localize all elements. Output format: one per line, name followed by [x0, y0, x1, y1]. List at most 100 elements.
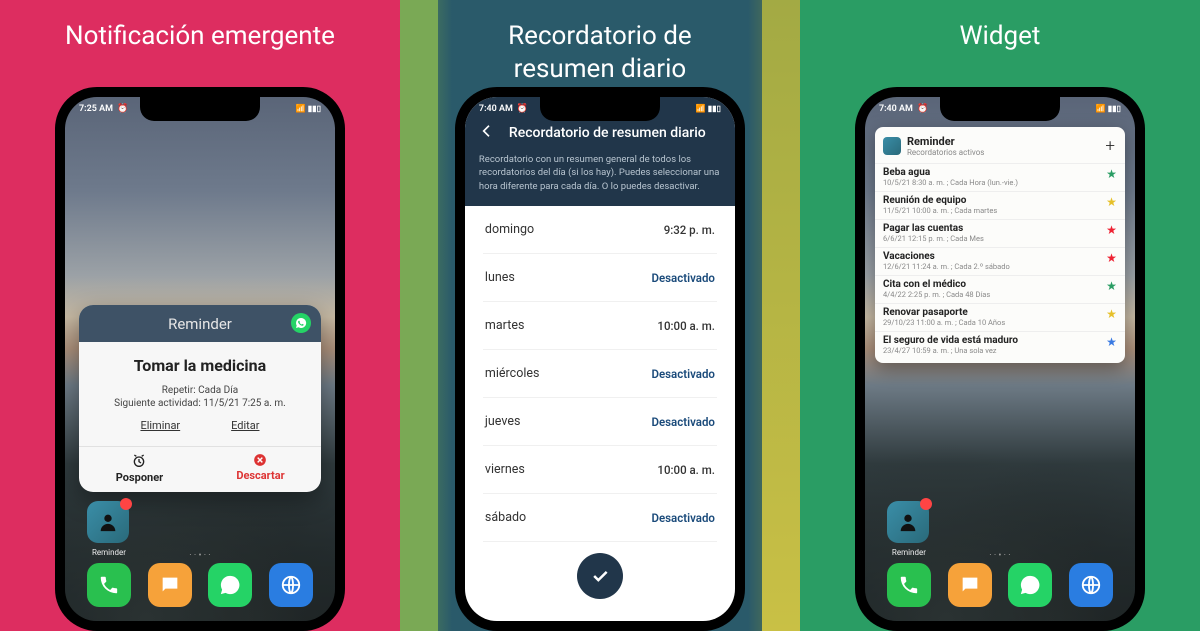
star-icon: ★: [1106, 308, 1117, 320]
add-button[interactable]: +: [1105, 136, 1117, 156]
day-row[interactable]: lunesDesactivado: [483, 254, 717, 302]
popup-repeat: Repetir: Cada Día: [89, 385, 311, 396]
dock-messages-icon[interactable]: [148, 563, 192, 607]
widget-item-meta: 6/6/21 12:15 p. m. ; Cada Mes: [883, 234, 1100, 243]
widget-item-name: Cita con el médico: [883, 279, 1100, 290]
dock-whatsapp-icon[interactable]: [1008, 563, 1052, 607]
notch: [140, 97, 260, 121]
widget-item-meta: 23/4/27 10:59 a. m. ; Una sola vez: [883, 346, 1100, 355]
widget-item[interactable]: Reunión de equipo11/5/21 10:00 a. m. ; C…: [875, 191, 1125, 219]
snooze-button[interactable]: Posponer: [79, 447, 200, 492]
day-value: 9:32 p. m.: [664, 223, 715, 237]
delete-link[interactable]: Eliminar: [140, 419, 180, 432]
status-time: 7:40 AM: [479, 104, 513, 114]
day-value: Desactivado: [651, 415, 714, 429]
page-dots: · · • · ·: [865, 551, 1135, 561]
day-name: jueves: [485, 414, 521, 429]
widget-item-name: Reunión de equipo: [883, 195, 1100, 206]
phone-frame: 7:40 AM ⏰ 📶 ▮▮▯ Recordatorio de resumen d…: [455, 87, 745, 631]
day-name: sábado: [485, 510, 526, 525]
status-right: 📶 ▮▮▯: [1096, 104, 1121, 113]
widget-subtitle: Recordatorios activos: [907, 148, 1099, 157]
day-list: domingo9:32 p. m.lunesDesactivadomartes1…: [465, 206, 735, 542]
day-value: 10:00 a. m.: [657, 319, 715, 333]
dismiss-button[interactable]: Descartar: [200, 447, 321, 492]
star-icon: ★: [1106, 196, 1117, 208]
dock-browser-icon[interactable]: [269, 563, 313, 607]
widget-item[interactable]: Pagar las cuentas6/6/21 12:15 p. m. ; Ca…: [875, 219, 1125, 247]
panel-title-text: Widget: [959, 20, 1040, 53]
phone-frame: 7:25 AM ⏰ 📶 ▮▮▯ Reminder Tomar la medici…: [55, 87, 345, 631]
settings-title: Recordatorio de resumen diario: [509, 125, 706, 141]
star-icon: ★: [1106, 168, 1117, 180]
panel-title: Notificación emergente: [65, 0, 335, 87]
status-right: 📶 ▮▮▯: [696, 104, 721, 113]
dismiss-label: Descartar: [236, 469, 284, 482]
widget-item-name: Vacaciones: [883, 251, 1100, 262]
star-icon: ★: [1106, 280, 1117, 292]
app-icon-reminder[interactable]: [887, 501, 929, 543]
alarm-icon: ⏰: [917, 104, 928, 114]
panel-title-text: Recordatorio de resumen diario: [508, 20, 692, 85]
widget-title: Reminder: [907, 135, 1099, 148]
widget-header: Reminder Recordatorios activos +: [875, 133, 1125, 163]
status-time: 7:40 AM: [879, 104, 913, 114]
widget-item[interactable]: Cita con el médico4/4/22 2:25 p. m. ; Ca…: [875, 275, 1125, 303]
day-row[interactable]: sábado Desactivado: [483, 494, 717, 542]
panel-title-text: Notificación emergente: [65, 20, 335, 53]
day-name: miércoles: [485, 366, 540, 381]
widget-app-icon: [883, 137, 901, 155]
whatsapp-icon[interactable]: [291, 313, 311, 333]
panel-title: Recordatorio de resumen diario: [508, 0, 692, 87]
widget-item-name: Renovar pasaporte: [883, 307, 1100, 318]
confirm-button[interactable]: [577, 553, 623, 599]
phone-frame: 7:40 AM ⏰ 📶 ▮▮▯ Reminder Recordatorios ac…: [855, 87, 1145, 631]
widget-item-name: Beba agua: [883, 167, 1100, 178]
widget-item-meta: 4/4/22 2:25 p. m. ; Cada 48 Días: [883, 290, 1100, 299]
widget-item[interactable]: Vacaciones12/6/21 11:24 a. m. ; Cada 2.º…: [875, 247, 1125, 275]
page-dots: · · • · ·: [65, 551, 335, 561]
reminder-popup: Reminder Tomar la medicina Repetir: Cada…: [79, 305, 321, 492]
widget-item-name: Pagar las cuentas: [883, 223, 1100, 234]
alarm-icon: ⏰: [117, 104, 128, 114]
panel-popup: Notificación emergente 7:25 AM ⏰ 📶 ▮▮▯ R…: [0, 0, 400, 631]
dock: [65, 563, 335, 613]
widget-item-meta: 11/5/21 10:00 a. m. ; Cada martes: [883, 206, 1100, 215]
popup-title: Tomar la medicina: [89, 356, 311, 375]
notch: [940, 97, 1060, 121]
app-icon-reminder[interactable]: [87, 501, 129, 543]
widget-item-meta: 10/5/21 8:30 a. m. ; Cada Hora (lun.-vie…: [883, 178, 1100, 187]
day-row[interactable]: viernes 10:00 a. m.: [483, 446, 717, 494]
day-name: domingo: [485, 222, 534, 237]
dock-messages-icon[interactable]: [948, 563, 992, 607]
popup-app-name: Reminder: [168, 315, 232, 333]
dock-browser-icon[interactable]: [1069, 563, 1113, 607]
dock-phone-icon[interactable]: [887, 563, 931, 607]
day-name: lunes: [485, 270, 515, 285]
edit-link[interactable]: Editar: [231, 419, 259, 432]
widget-item-name: El seguro de vida está maduro: [883, 335, 1100, 346]
widget-item-meta: 12/6/21 11:24 a. m. ; Cada 2.º sábado: [883, 262, 1100, 271]
day-name: martes: [485, 318, 524, 333]
day-value: 10:00 a. m.: [657, 463, 715, 477]
widget-item[interactable]: Beba agua10/5/21 8:30 a. m. ; Cada Hora …: [875, 163, 1125, 191]
day-value: Desactivado: [651, 511, 714, 525]
widget-card[interactable]: Reminder Recordatorios activos + Beba ag…: [875, 127, 1125, 363]
phone-screen: 7:25 AM ⏰ 📶 ▮▮▯ Reminder Tomar la medici…: [65, 97, 335, 621]
popup-header: Reminder: [79, 305, 321, 342]
panel-title: Widget: [959, 0, 1040, 87]
dock-whatsapp-icon[interactable]: [208, 563, 252, 607]
phone-screen: 7:40 AM ⏰ 📶 ▮▮▯ Recordatorio de resumen d…: [465, 97, 735, 621]
dock-phone-icon[interactable]: [87, 563, 131, 607]
widget-item[interactable]: Renovar pasaporte29/10/23 11:00 a. m. ; …: [875, 303, 1125, 331]
widget-item[interactable]: El seguro de vida está maduro23/4/27 10:…: [875, 331, 1125, 359]
back-button[interactable]: [479, 123, 495, 143]
day-row[interactable]: domingo 9:32 p. m.: [483, 206, 717, 254]
star-icon: ★: [1106, 336, 1117, 348]
star-icon: ★: [1106, 224, 1117, 236]
day-row[interactable]: miércolesDesactivado: [483, 350, 717, 398]
day-name: viernes: [485, 462, 525, 477]
day-row[interactable]: martes 10:00 a. m.: [483, 302, 717, 350]
day-row[interactable]: jueves Desactivado: [483, 398, 717, 446]
alarm-icon: ⏰: [517, 104, 528, 114]
